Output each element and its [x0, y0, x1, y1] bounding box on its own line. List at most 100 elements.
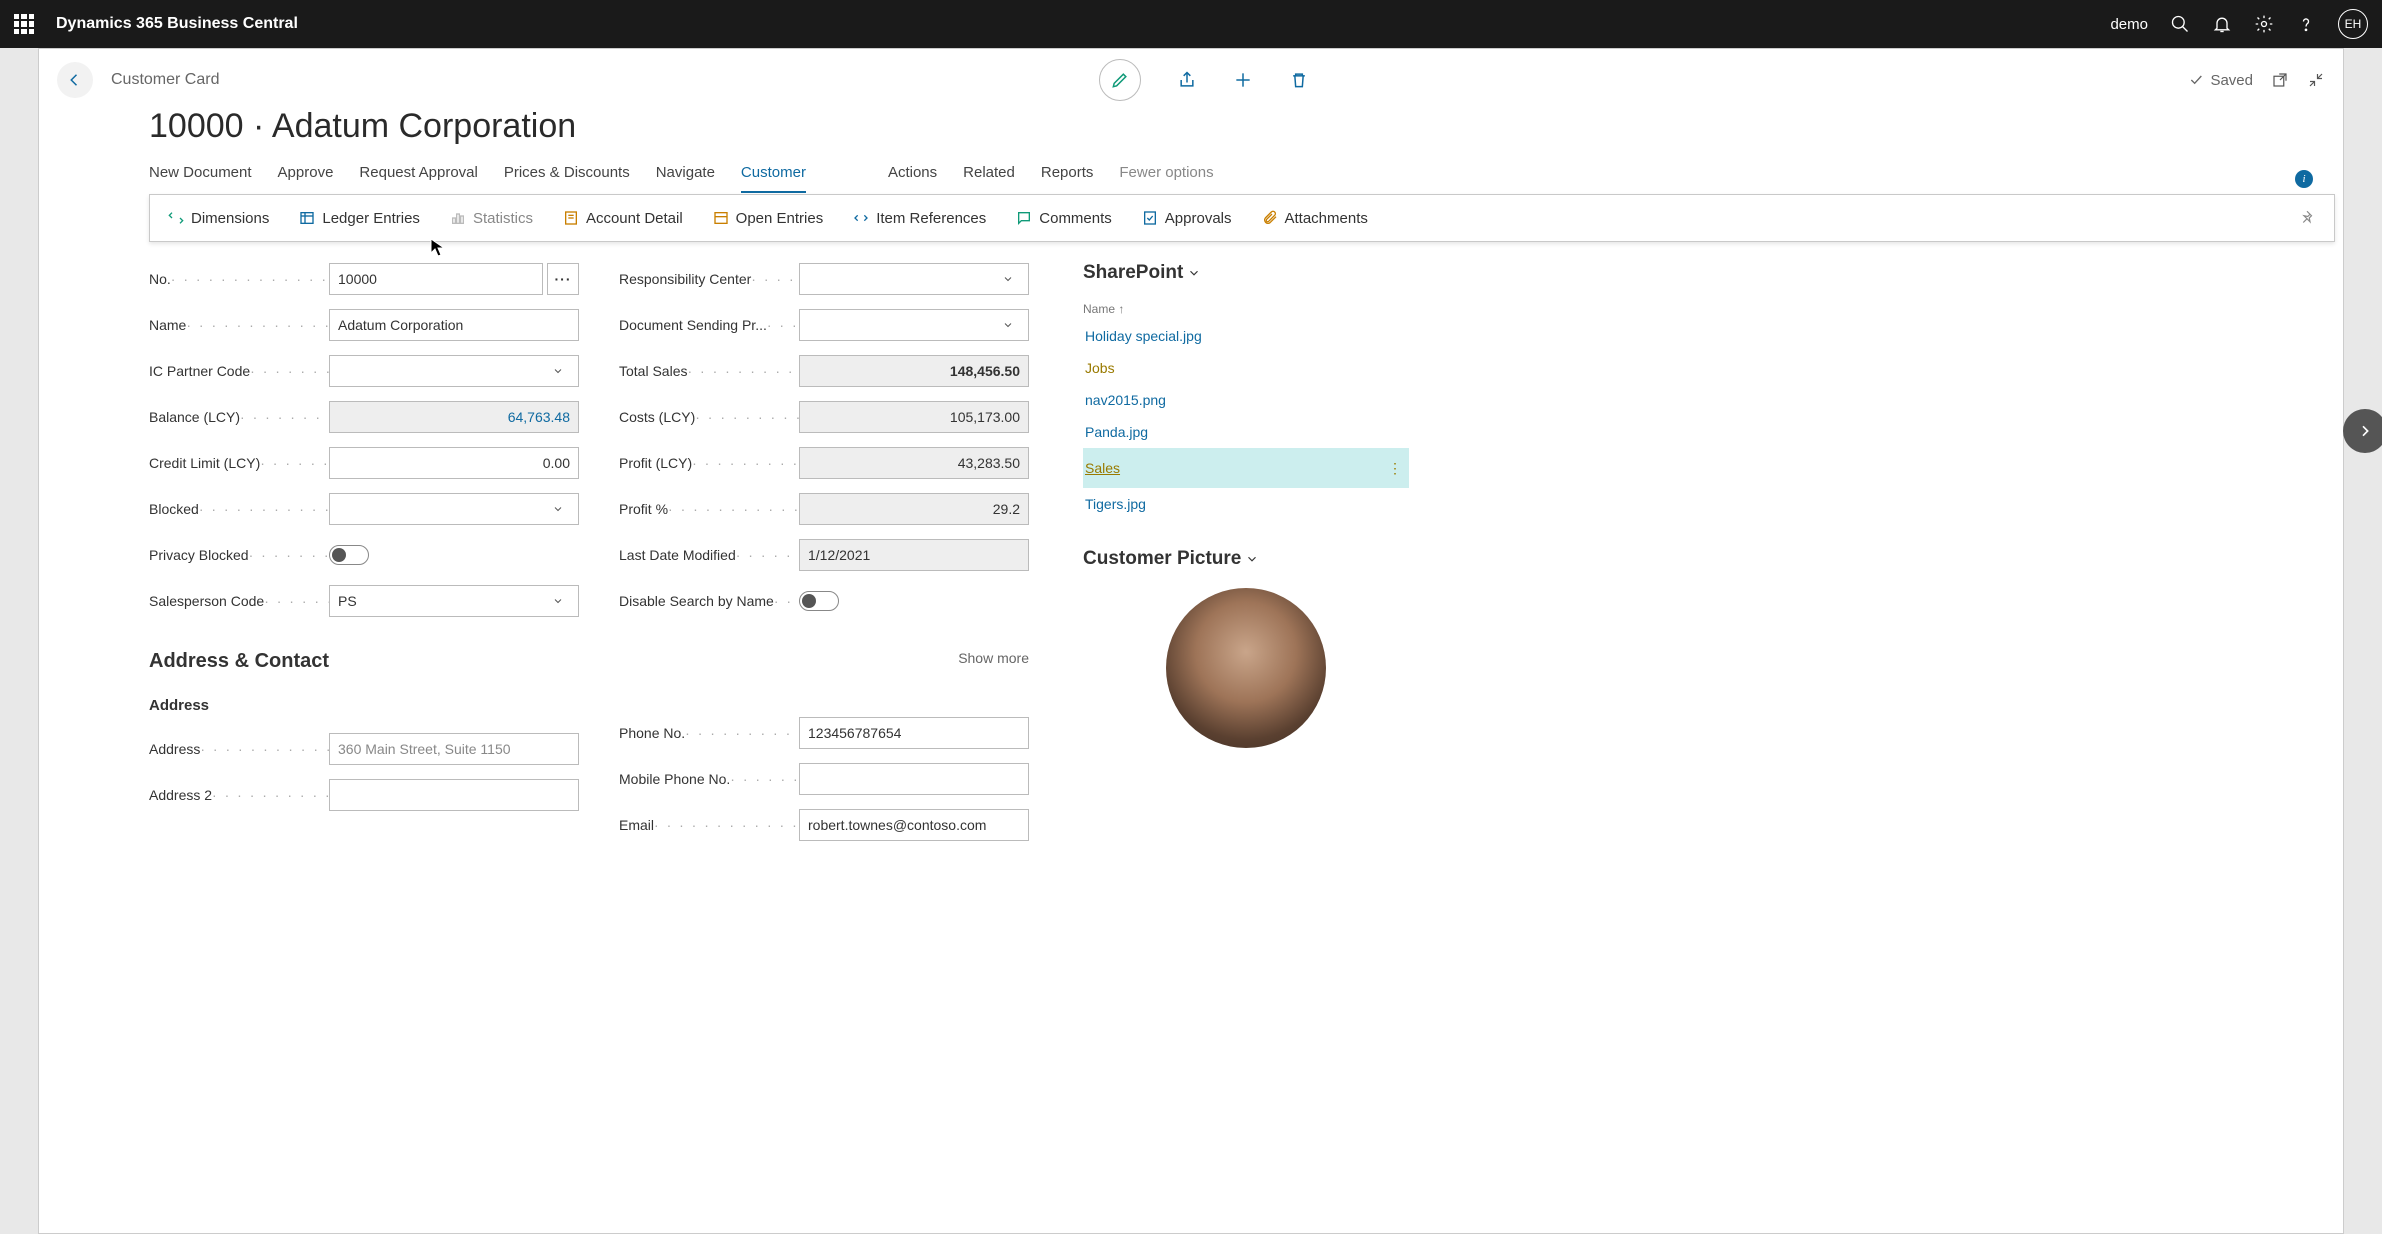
- input-resp-center[interactable]: [799, 263, 1029, 295]
- input-address2[interactable]: [329, 779, 579, 811]
- gear-icon[interactable]: [2254, 14, 2274, 34]
- toggle-privacy-blocked[interactable]: [329, 545, 369, 565]
- input-blocked[interactable]: [329, 493, 579, 525]
- subaction-bar: Dimensions Ledger Entries Statistics Acc…: [149, 194, 2335, 242]
- pin-icon[interactable]: [2298, 209, 2316, 227]
- label-balance: Balance (LCY): [149, 409, 329, 425]
- label-address: Address: [149, 741, 329, 757]
- label-mobile: Mobile Phone No.: [619, 771, 799, 787]
- app-title: Dynamics 365 Business Central: [56, 15, 2110, 33]
- input-mobile[interactable]: [799, 763, 1029, 795]
- subaction-dimensions[interactable]: Dimensions: [168, 210, 269, 227]
- subaction-ledger-entries[interactable]: Ledger Entries: [299, 210, 420, 227]
- app-launcher-icon[interactable]: [14, 14, 34, 34]
- topbar: Dynamics 365 Business Central demo EH: [0, 0, 2382, 48]
- factbox: SharePoint Name ↑ Holiday special.jpg Jo…: [1069, 262, 1409, 1186]
- action-approve[interactable]: Approve: [278, 164, 334, 193]
- label-blocked: Blocked: [149, 501, 329, 517]
- action-customer[interactable]: Customer: [741, 164, 806, 193]
- label-address2: Address 2: [149, 787, 329, 803]
- expand-panel-button[interactable]: [2343, 409, 2382, 453]
- input-phone[interactable]: 123456787654: [799, 717, 1029, 749]
- action-reports[interactable]: Reports: [1041, 164, 1094, 193]
- popout-icon[interactable]: [2271, 71, 2289, 89]
- sharepoint-item[interactable]: Jobs: [1083, 352, 1409, 384]
- subaction-item-references[interactable]: Item References: [853, 210, 986, 227]
- show-more-link[interactable]: Show more: [958, 650, 1029, 666]
- action-prices-discounts[interactable]: Prices & Discounts: [504, 164, 630, 193]
- toggle-disable-search[interactable]: [799, 591, 839, 611]
- label-name: Name: [149, 317, 329, 333]
- input-total-sales: 148,456.50: [799, 355, 1029, 387]
- sharepoint-item[interactable]: Tigers.jpg: [1083, 488, 1409, 520]
- subaction-comments[interactable]: Comments: [1016, 210, 1112, 227]
- bell-icon[interactable]: [2212, 14, 2232, 34]
- input-doc-send[interactable]: [799, 309, 1029, 341]
- edit-button[interactable]: [1099, 59, 1141, 101]
- subaction-approvals[interactable]: Approvals: [1142, 210, 1232, 227]
- label-phone: Phone No.: [619, 725, 799, 741]
- breadcrumb: Customer Card: [111, 71, 219, 89]
- label-resp-center: Responsibility Center: [619, 271, 799, 287]
- label-total-sales: Total Sales: [619, 363, 799, 379]
- subaction-attachments[interactable]: Attachments: [1262, 210, 1368, 227]
- input-email[interactable]: robert.townes@contoso.com: [799, 809, 1029, 841]
- label-costs: Costs (LCY): [619, 409, 799, 425]
- page-title: 10000 · Adatum Corporation: [39, 101, 2343, 164]
- new-icon[interactable]: [1233, 70, 1253, 90]
- delete-icon[interactable]: [1289, 70, 1309, 90]
- label-no: No.: [149, 271, 329, 287]
- help-icon[interactable]: [2296, 14, 2316, 34]
- input-credit-limit[interactable]: 0.00: [329, 447, 579, 479]
- section-address-title: Address & Contact: [149, 650, 329, 673]
- action-tabs: New Document Approve Request Approval Pr…: [39, 164, 2343, 194]
- sharepoint-item[interactable]: nav2015.png: [1083, 384, 1409, 416]
- label-doc-send: Document Sending Pr...: [619, 317, 799, 333]
- label-profit-pct: Profit %: [619, 501, 799, 517]
- lookup-no-button[interactable]: ···: [547, 263, 579, 295]
- label-last-modified: Last Date Modified: [619, 547, 799, 563]
- input-address[interactable]: 360 Main Street, Suite 1150: [329, 733, 579, 765]
- label-privacy-blocked: Privacy Blocked: [149, 547, 329, 563]
- factbox-col-name[interactable]: Name ↑: [1083, 302, 1409, 316]
- customer-picture: [1166, 588, 1326, 748]
- saved-indicator: Saved: [2188, 72, 2253, 89]
- collapse-icon[interactable]: [2307, 71, 2325, 89]
- label-salesperson: Salesperson Code: [149, 593, 329, 609]
- factbox-sharepoint-title[interactable]: SharePoint: [1083, 262, 1409, 284]
- input-ic-partner[interactable]: [329, 355, 579, 387]
- user-avatar[interactable]: EH: [2338, 9, 2368, 39]
- input-costs: 105,173.00: [799, 401, 1029, 433]
- search-icon[interactable]: [2170, 14, 2190, 34]
- label-disable-search: Disable Search by Name: [619, 593, 799, 609]
- input-profit: 43,283.50: [799, 447, 1029, 479]
- action-navigate[interactable]: Navigate: [656, 164, 715, 193]
- input-name[interactable]: Adatum Corporation: [329, 309, 579, 341]
- sharepoint-item-selected[interactable]: Sales ⋮: [1083, 448, 1409, 488]
- label-email: Email: [619, 817, 799, 833]
- form-content: No. 10000 ··· Name Adatum Corporation IC…: [39, 242, 2343, 1186]
- info-icon[interactable]: i: [2295, 170, 2313, 188]
- action-fewer-options[interactable]: Fewer options: [1119, 164, 1213, 193]
- page: Customer Card Saved 10000 · Adatum Corpo…: [38, 48, 2344, 1234]
- action-related[interactable]: Related: [963, 164, 1015, 193]
- input-balance[interactable]: 64,763.48: [329, 401, 579, 433]
- input-last-modified: 1/12/2021: [799, 539, 1029, 571]
- factbox-picture-title[interactable]: Customer Picture: [1083, 548, 1409, 570]
- label-credit-limit: Credit Limit (LCY): [149, 455, 329, 471]
- input-profit-pct: 29.2: [799, 493, 1029, 525]
- back-button[interactable]: [57, 62, 93, 98]
- input-no[interactable]: 10000: [329, 263, 543, 295]
- subaction-account-detail[interactable]: Account Detail: [563, 210, 683, 227]
- subaction-open-entries[interactable]: Open Entries: [713, 210, 824, 227]
- sharepoint-item[interactable]: Panda.jpg: [1083, 416, 1409, 448]
- action-actions[interactable]: Actions: [888, 164, 937, 193]
- item-more-icon[interactable]: ⋮: [1383, 456, 1407, 480]
- action-new-document[interactable]: New Document: [149, 164, 252, 193]
- sharepoint-item[interactable]: Holiday special.jpg: [1083, 320, 1409, 352]
- subaction-statistics[interactable]: Statistics: [450, 210, 533, 227]
- input-salesperson[interactable]: PS: [329, 585, 579, 617]
- subhead-address: Address: [149, 685, 579, 720]
- action-request-approval[interactable]: Request Approval: [359, 164, 477, 193]
- share-icon[interactable]: [1177, 70, 1197, 90]
